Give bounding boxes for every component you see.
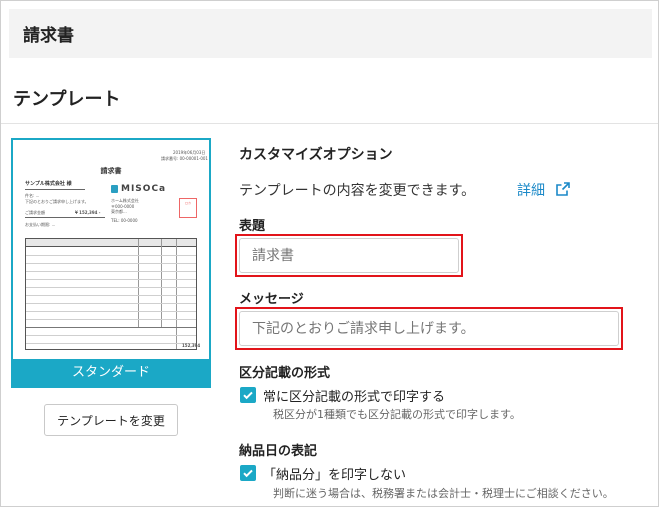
section-title: テンプレート: [13, 89, 121, 110]
preview-table-row: [26, 255, 196, 256]
delivery-date-note: 判断に迷う場合は、税務署または会計士・税理士にご相談ください。: [273, 487, 614, 500]
logo-mark-icon: [111, 185, 118, 193]
preview-text: お支払い期限: ...: [25, 222, 56, 227]
preview-amount-label: ご請求金額: [25, 210, 45, 215]
check-icon: [243, 469, 253, 478]
message-input[interactable]: [239, 311, 619, 346]
preview-date: 2019年06月03日: [173, 150, 206, 155]
invoice-settings-page: 請求書 テンプレート 2019年06月03日 請求番号: 00-00001-00…: [0, 0, 659, 507]
preview-stamp: ロカ: [179, 198, 197, 218]
preview-text: 下記のとおりご請求申し上げます。: [25, 199, 89, 204]
preview-table-row: [26, 343, 196, 344]
message-field-highlight: [235, 307, 623, 350]
title-field-highlight: [235, 234, 463, 277]
preview-text: TEL: 00-0000: [111, 218, 138, 223]
template-name: スタンダード: [13, 359, 209, 386]
change-template-button[interactable]: テンプレートを変更: [44, 404, 178, 436]
tax-format-checkbox[interactable]: [240, 387, 256, 403]
preview-underline: [25, 217, 105, 218]
preview-table-row: [26, 271, 196, 272]
preview-table-row: [26, 327, 196, 328]
preview-amount: ¥ 152,394 -: [75, 210, 101, 215]
preview-table: 152,394: [25, 238, 201, 350]
preview-text: 東京都...: [111, 209, 127, 214]
preview-table-row: [26, 311, 196, 312]
preview-table-head: [26, 239, 196, 247]
preview-doc-title: 請求書: [100, 167, 122, 175]
template-preview: 2019年06月03日 請求番号: 00-00001-001 請求書 サンプル株…: [13, 140, 209, 359]
preview-number: 請求番号: 00-00001-001: [161, 156, 208, 161]
preview-table-row: [26, 287, 196, 288]
options-heading: カスタマイズオプション: [239, 147, 393, 163]
preview-text: 件名: ...: [25, 193, 40, 198]
divider: [1, 123, 658, 124]
preview-total: 152,394: [182, 343, 201, 348]
preview-table-row: [26, 335, 196, 336]
check-icon: [243, 391, 253, 400]
title-field-label: 表題: [239, 219, 266, 234]
delivery-date-checkbox-label[interactable]: 「納品分」を印字しない: [263, 464, 406, 483]
title-input[interactable]: [239, 238, 459, 273]
delivery-date-label: 納品日の表記: [239, 444, 318, 459]
tax-format-checkbox-label[interactable]: 常に区分記載の形式で印字する: [263, 386, 445, 405]
preview-text: ホーム株式会社: [111, 198, 139, 203]
tax-format-label: 区分記載の形式: [239, 366, 331, 381]
template-card-standard[interactable]: 2019年06月03日 請求番号: 00-00001-001 請求書 サンプル株…: [11, 138, 211, 388]
external-link-icon[interactable]: [556, 182, 570, 196]
preview-table-col: [161, 239, 162, 327]
preview-table-row: [26, 295, 196, 296]
preview-logo: MISOCa: [121, 184, 167, 194]
options-description: テンプレートの内容を変更できます。: [239, 183, 476, 199]
delivery-date-checkbox[interactable]: [240, 465, 256, 481]
preview-table-row: [26, 263, 196, 264]
preview-underline: [25, 189, 85, 190]
preview-table-row: [26, 303, 196, 304]
detail-link[interactable]: 詳細: [517, 180, 545, 200]
preview-table-row: [26, 279, 196, 280]
preview-table-row: [26, 319, 196, 320]
tax-format-note: 税区分が1種類でも区分記載の形式で印字します。: [273, 408, 521, 421]
page-title: 請求書: [23, 26, 74, 46]
preview-client: サンプル株式会社 様: [25, 181, 72, 187]
page-header: 請求書: [9, 9, 652, 58]
preview-table-col: [138, 239, 139, 327]
message-field-label: メッセージ: [239, 292, 304, 307]
